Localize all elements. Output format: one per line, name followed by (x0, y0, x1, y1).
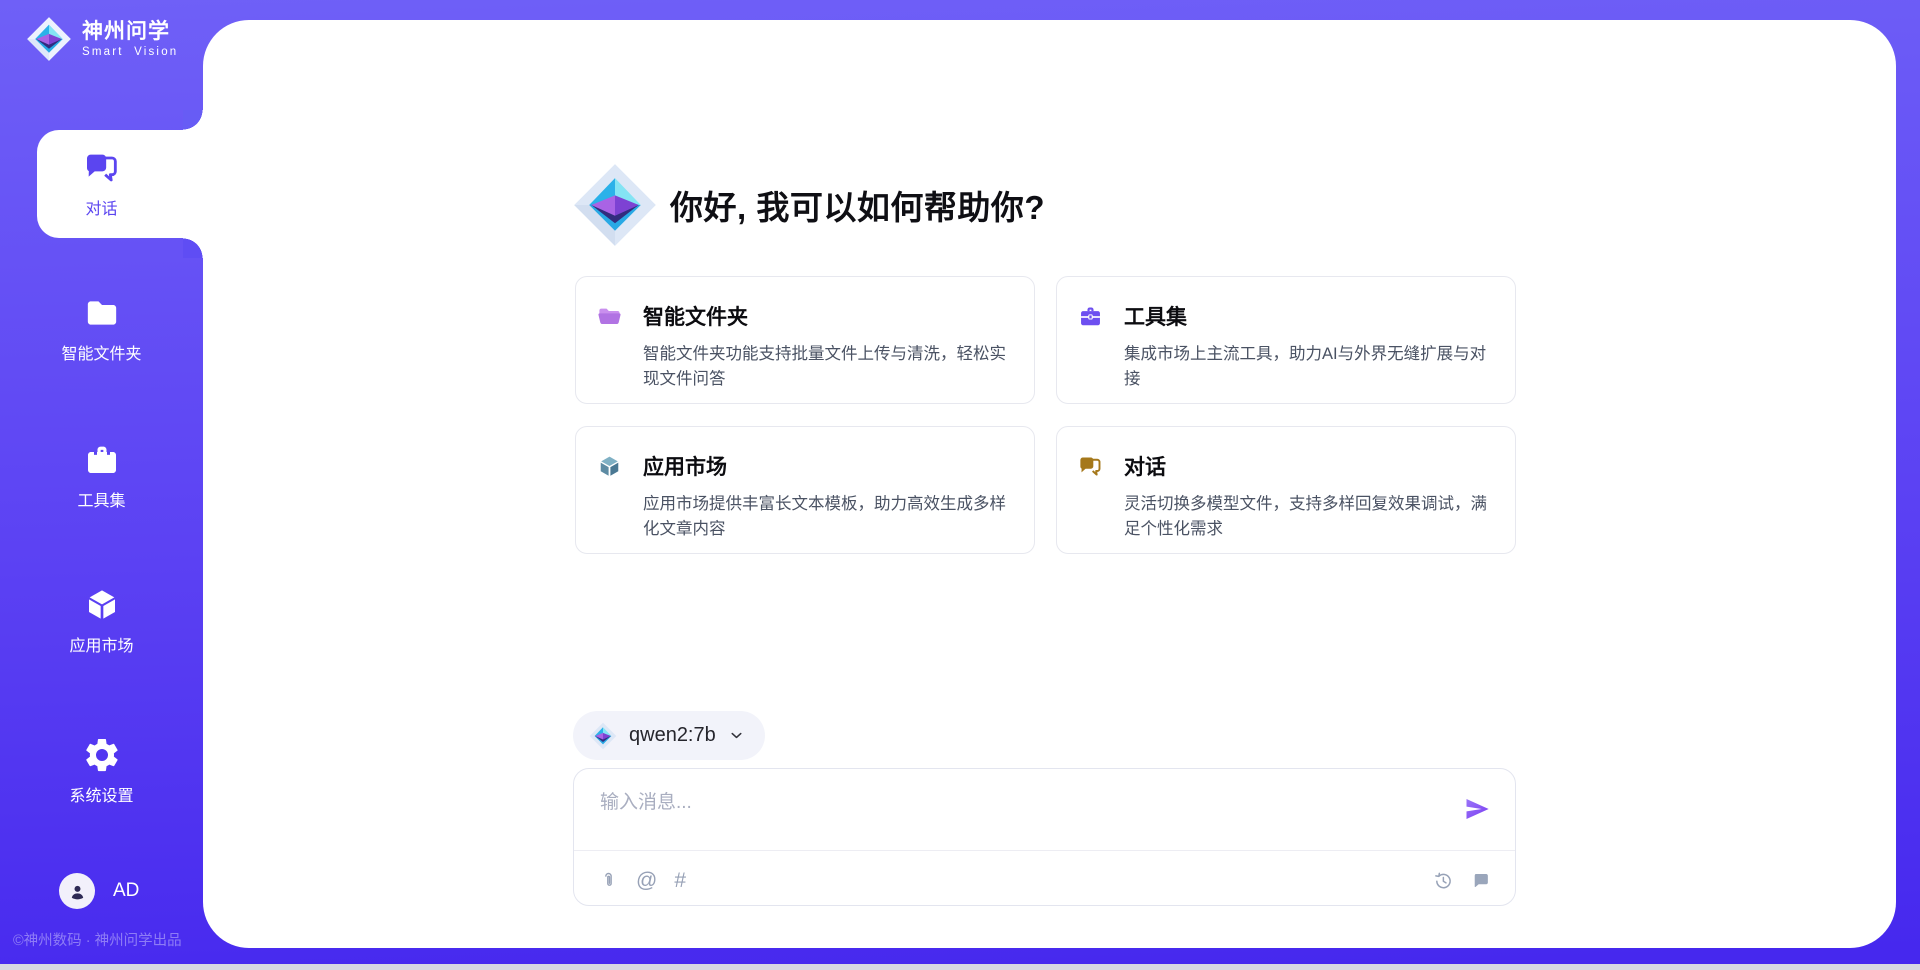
card-description: 智能文件夹功能支持批量文件上传与清洗，轻松实现文件问答 (643, 342, 1010, 392)
bottom-edge-strip (0, 964, 1920, 970)
card-chat[interactable]: 对话 灵活切换多模型文件，支持多样回复效果调试，满足个性化需求 (1056, 426, 1516, 554)
feedback-button[interactable] (1470, 870, 1491, 891)
composer-divider (574, 850, 1515, 851)
sidebar-item-smart-folder[interactable]: 智能文件夹 (0, 293, 203, 364)
sidebar-item-app-market[interactable]: 应用市场 (0, 585, 203, 656)
composer-toolbar: @ # (598, 864, 1491, 896)
card-smart-folder[interactable]: 智能文件夹 智能文件夹功能支持批量文件上传与清洗，轻松实现文件问答 (575, 276, 1035, 404)
message-composer: @ # (573, 768, 1516, 906)
user-initials: AD (113, 880, 139, 902)
tab-fillet-bottom (183, 238, 203, 258)
card-description: 应用市场提供丰富长文本模板，助力高效生成多样化文章内容 (643, 492, 1010, 542)
card-title: 智能文件夹 (643, 301, 748, 331)
folder-icon (82, 293, 122, 333)
brand-subtitle: Smart Vision (82, 46, 178, 58)
card-title: 对话 (1124, 451, 1166, 481)
chevron-down-icon (728, 727, 745, 744)
history-icon (1432, 870, 1453, 891)
sidebar-item-label: 工具集 (0, 487, 203, 511)
card-description: 集成市场上主流工具，助力AI与外界无缝扩展与对接 (1124, 342, 1491, 392)
model-diamond-icon (589, 722, 617, 750)
model-name: qwen2:7b (629, 724, 716, 747)
toolbar-left: @ # (598, 870, 686, 891)
app-window: 神州问学 Smart Vision 对话 智能文件夹 (0, 0, 1920, 970)
brand-text: 神州问学 Smart Vision (82, 20, 178, 58)
sidebar-item-toolset[interactable]: 工具集 (0, 440, 203, 511)
hashtag-button[interactable]: # (674, 870, 686, 891)
tab-fillet-top (183, 110, 203, 130)
sidebar-item-label: 智能文件夹 (0, 340, 203, 364)
sidebar: 神州问学 Smart Vision 对话 智能文件夹 (0, 0, 203, 970)
brand-name: 神州问学 (82, 20, 178, 43)
attach-button[interactable] (598, 870, 619, 891)
cube-icon (596, 453, 623, 480)
model-selector[interactable]: qwen2:7b (573, 711, 765, 760)
card-toolset[interactable]: 工具集 集成市场上主流工具，助力AI与外界无缝扩展与对接 (1056, 276, 1516, 404)
card-title: 应用市场 (643, 451, 727, 481)
user-profile[interactable]: AD (59, 873, 139, 909)
greeting-title: 你好, 我可以如何帮助你? (670, 181, 1045, 229)
history-button[interactable] (1432, 870, 1453, 891)
folder-open-icon (596, 303, 623, 330)
paperclip-icon (598, 870, 619, 891)
send-icon (1463, 795, 1491, 823)
card-title: 工具集 (1124, 301, 1187, 331)
sidebar-item-settings[interactable]: 系统设置 (0, 735, 203, 806)
message-input[interactable] (598, 787, 1435, 819)
person-icon (67, 881, 88, 902)
sidebar-item-label: 对话 (0, 195, 203, 219)
briefcase-icon (82, 440, 122, 480)
briefcase-icon (1077, 303, 1104, 330)
assistant-diamond-icon (572, 162, 658, 248)
chat-icon (82, 148, 122, 188)
feature-cards: 智能文件夹 智能文件夹功能支持批量文件上传与清洗，轻松实现文件问答 工具集 集成… (575, 276, 1516, 554)
chat-bubbles-icon (1077, 453, 1104, 480)
greeting: 你好, 我可以如何帮助你? (572, 162, 1045, 248)
chat-bubble-icon (1470, 870, 1491, 891)
card-description: 灵活切换多模型文件，支持多样回复效果调试，满足个性化需求 (1124, 492, 1491, 542)
card-app-market[interactable]: 应用市场 应用市场提供丰富长文本模板，助力高效生成多样化文章内容 (575, 426, 1035, 554)
cube-icon (82, 585, 122, 625)
sidebar-item-chat[interactable]: 对话 (0, 148, 203, 219)
send-button[interactable] (1463, 795, 1491, 823)
brand-diamond-icon (26, 16, 72, 62)
copyright-text: ©神州数码 · 神州问学出品 (13, 929, 182, 950)
gear-icon (82, 735, 122, 775)
toolbar-right (1432, 870, 1491, 891)
brand-logo: 神州问学 Smart Vision (26, 16, 178, 62)
sidebar-item-label: 系统设置 (0, 782, 203, 806)
sidebar-item-label: 应用市场 (0, 632, 203, 656)
avatar (59, 873, 95, 909)
mention-button[interactable]: @ (636, 870, 657, 891)
